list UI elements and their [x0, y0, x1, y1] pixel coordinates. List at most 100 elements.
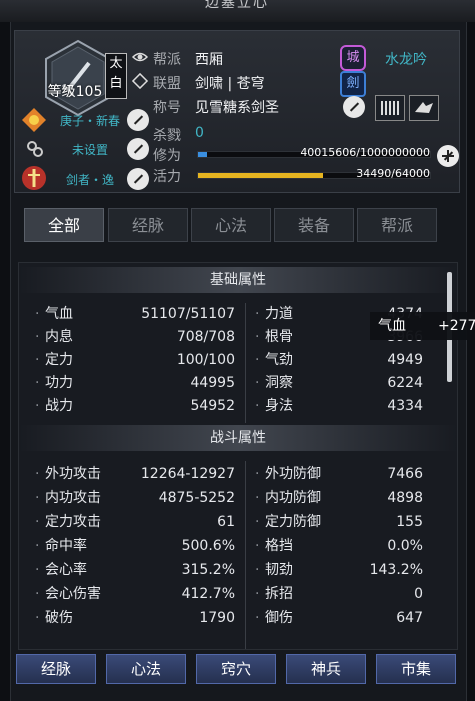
tab-equipment[interactable]: 装备	[274, 208, 354, 242]
faction-value[interactable]: 西厢	[195, 52, 223, 68]
tab-guild[interactable]: 帮派	[357, 208, 437, 242]
attribute-row[interactable]: · 御伤 647	[255, 607, 423, 629]
attribute-row[interactable]: · 气劲 4949	[255, 349, 423, 371]
attribute-name: 洞察	[265, 375, 293, 391]
attribute-name: 外功攻击	[45, 466, 101, 482]
tag-festival: 庚子・新春	[59, 114, 120, 128]
attribute-value: 4334	[387, 398, 423, 414]
edit-tag-unset-button[interactable]	[127, 138, 149, 160]
tab-all[interactable]: 全部	[24, 208, 104, 242]
attribute-row[interactable]: · 命中率 500.6%	[35, 535, 235, 557]
edit-title-button[interactable]	[343, 96, 365, 118]
acupoint-button[interactable]: 窍穴	[196, 654, 276, 684]
emblem-sword[interactable]: 劍	[340, 71, 366, 97]
attribute-name: 韧劲	[265, 562, 293, 578]
market-button[interactable]: 市集	[376, 654, 456, 684]
attribute-name: 格挡	[265, 538, 293, 554]
combat-divider	[245, 461, 246, 649]
attribute-value: 143.2%	[369, 562, 423, 578]
attribute-value: 4949	[387, 352, 423, 368]
attribute-row[interactable]: · 韧劲 143.2%	[255, 559, 423, 581]
bullet-dot: ·	[35, 514, 40, 530]
attribute-row[interactable]: · 外功攻击 12264-12927	[35, 463, 235, 485]
attribute-value: 4898	[387, 490, 423, 506]
attribute-value: 0	[414, 586, 423, 602]
attribute-row[interactable]: · 定力攻击 61	[35, 511, 235, 533]
bullet-dot: ·	[35, 466, 40, 482]
attribute-value: 51107/51107	[141, 306, 235, 322]
tab-meridian[interactable]: 经脉	[108, 208, 188, 242]
attribute-name: 拆招	[265, 586, 293, 602]
bullet-dot: ·	[35, 398, 40, 414]
attribute-name: 内功攻击	[45, 490, 101, 506]
window-title-bar: 边塞立心	[0, 0, 475, 22]
cultivation-label: 修为	[153, 148, 181, 164]
attribute-row[interactable]: · 身法 4334	[255, 395, 423, 417]
profile-card: 等级105 太白 帮派 西厢 联盟 剑啸 | 苍穹 称号 见雪糖系剑圣 杀戮 0…	[14, 30, 460, 193]
attribute-value: 44995	[190, 375, 235, 391]
meridian-button[interactable]: 经脉	[16, 654, 96, 684]
attribute-value: 708/708	[176, 329, 235, 345]
faction-eye-icon	[132, 52, 148, 62]
edit-tag-festival-button[interactable]	[127, 109, 149, 131]
attribute-value: 315.2%	[181, 562, 235, 578]
attribute-row[interactable]: · 定力防御 155	[255, 511, 423, 533]
attribute-name: 外功防御	[265, 466, 321, 482]
bullet-dot: ·	[255, 490, 260, 506]
attribute-row[interactable]: · 拆招 0	[255, 583, 423, 605]
attribute-row[interactable]: · 会心伤害 412.7%	[35, 583, 235, 605]
emblem-city[interactable]: 城	[340, 45, 366, 71]
bullet-dot: ·	[35, 490, 40, 506]
fox-icon[interactable]	[409, 95, 439, 121]
attribute-row[interactable]: · 破伤 1790	[35, 607, 235, 629]
tab-mentality[interactable]: 心法	[191, 208, 271, 242]
rank-badge: 太白	[105, 53, 127, 99]
tooltip-value: +277	[438, 318, 475, 334]
bullet-dot: ·	[35, 610, 40, 626]
mentality-button[interactable]: 心法	[106, 654, 186, 684]
kill-value: 0	[195, 125, 204, 141]
attribute-name: 身法	[265, 398, 293, 414]
alliance-diamond-icon	[132, 73, 148, 89]
attribute-row[interactable]: · 外功防御 7466	[255, 463, 423, 485]
attribute-value: 647	[396, 610, 423, 626]
divine-weapon-button[interactable]: 神兵	[286, 654, 366, 684]
attribute-row[interactable]: · 气血 51107/51107	[35, 303, 235, 325]
swordsman-emblem-icon	[22, 166, 46, 190]
attribute-row[interactable]: · 内息 708/708	[35, 326, 235, 348]
bullet-dot: ·	[35, 538, 40, 554]
add-cultivation-button[interactable]	[437, 145, 459, 167]
attribute-value: 12264-12927	[140, 466, 235, 482]
barcode-icon[interactable]	[375, 95, 405, 121]
attribute-name: 内功防御	[265, 490, 321, 506]
attribute-value: 1790	[199, 610, 235, 626]
bullet-dot: ·	[255, 352, 260, 368]
attribute-row[interactable]: · 洞察 6224	[255, 372, 423, 394]
edit-tag-swordsman-button[interactable]	[127, 168, 149, 190]
attribute-row[interactable]: · 定力 100/100	[35, 349, 235, 371]
attribute-row[interactable]: · 功力 44995	[35, 372, 235, 394]
bullet-dot: ·	[35, 375, 40, 391]
alliance-label: 联盟	[153, 76, 181, 92]
attribute-row[interactable]: · 会心率 315.2%	[35, 559, 235, 581]
attribute-row[interactable]: · 战力 54952	[35, 395, 235, 417]
bullet-dot: ·	[255, 538, 260, 554]
attribute-row[interactable]: · 内功攻击 4875-5252	[35, 487, 235, 509]
bullet-dot: ·	[35, 329, 40, 345]
attribute-name: 命中率	[45, 538, 87, 554]
attribute-name: 气劲	[265, 352, 293, 368]
attribute-name: 会心率	[45, 562, 87, 578]
attribute-row[interactable]: · 格挡 0.0%	[255, 535, 423, 557]
alliance-value[interactable]: 剑啸 | 苍穹	[195, 76, 265, 92]
tooltip-name: 气血	[378, 318, 406, 334]
title-value[interactable]: 见雪糖系剑圣	[195, 100, 279, 116]
bullet-dot: ·	[35, 306, 40, 322]
attribute-name: 定力攻击	[45, 514, 101, 530]
attribute-value: 155	[396, 514, 423, 530]
attribute-row[interactable]: · 内功防御 4898	[255, 487, 423, 509]
festival-badge-icon	[22, 108, 46, 132]
avatar-hex-icon[interactable]	[43, 39, 113, 117]
kill-label: 杀戮	[153, 128, 181, 144]
faction-label: 帮派	[153, 52, 181, 68]
attribute-name: 力道	[265, 306, 293, 322]
